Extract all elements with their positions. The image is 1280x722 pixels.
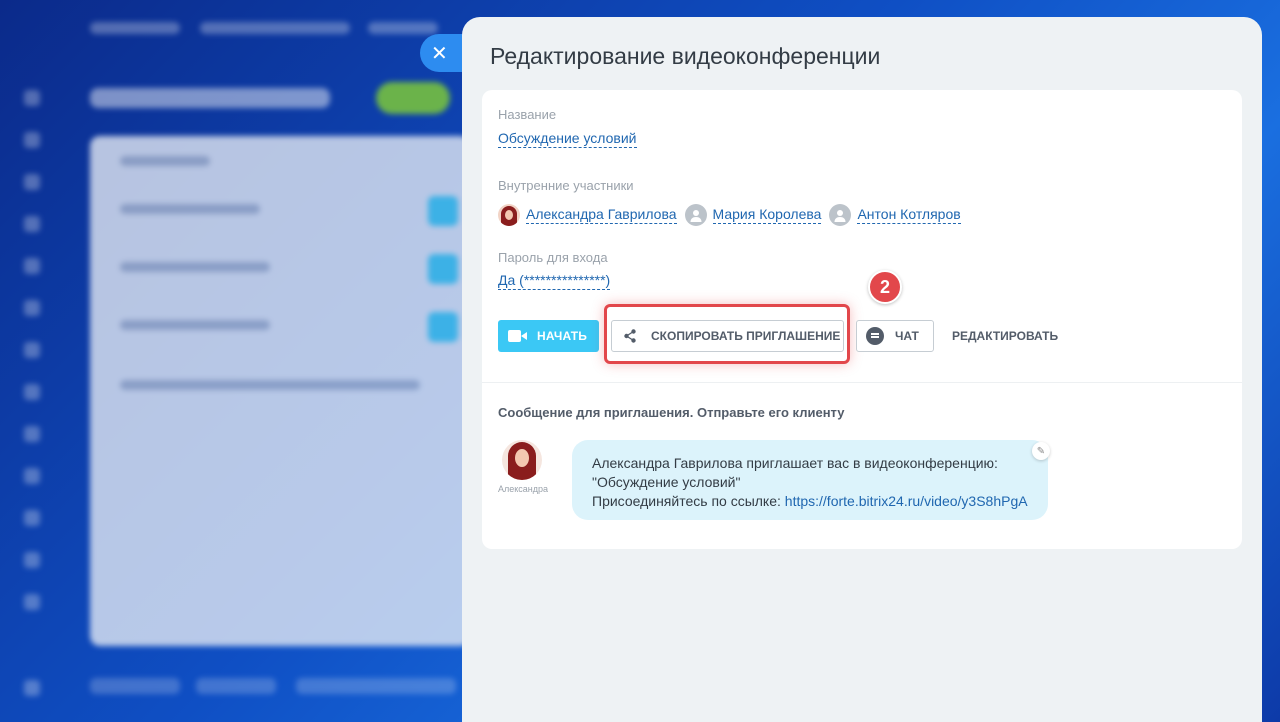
background-sidebar-icon xyxy=(24,426,40,442)
start-button[interactable]: НАЧАТЬ xyxy=(498,320,599,352)
invite-link-prefix: Присоединяйтесь по ссылке: xyxy=(592,493,785,509)
background-sidebar-icon xyxy=(24,552,40,568)
background-sidebar-icon xyxy=(24,680,40,696)
background-sidebar xyxy=(0,60,62,722)
background-sidebar-icon xyxy=(24,342,40,358)
divider xyxy=(482,382,1242,383)
background-row-button xyxy=(428,312,458,342)
background-crumb xyxy=(90,22,180,34)
background-page-title xyxy=(90,88,330,108)
slider-title: Редактирование видеоконференции xyxy=(490,43,881,69)
invite-line-3: Присоединяйтесь по ссылке: https://forte… xyxy=(592,492,1028,511)
background-row xyxy=(120,204,260,214)
invite-link[interactable]: https://forte.bitrix24.ru/video/y3S8hPgA xyxy=(785,493,1028,509)
step-badge: 2 xyxy=(868,270,902,304)
member-name[interactable]: Мария Королева xyxy=(712,206,822,224)
chat-icon xyxy=(866,327,884,345)
background-sidebar-icon xyxy=(24,90,40,106)
background-sidebar-icon xyxy=(24,300,40,316)
conference-name-value[interactable]: Обсуждение условий xyxy=(498,130,637,148)
invite-line-2: "Обсуждение условий" xyxy=(592,474,741,490)
background-list-panel xyxy=(90,136,470,646)
background-sidebar-icon xyxy=(24,174,40,190)
background-footer xyxy=(296,678,456,694)
member-name[interactable]: Антон Котляров xyxy=(857,206,961,224)
invite-line-1: Александра Гаврилова приглашает вас в ви… xyxy=(592,455,998,471)
background-sidebar-icon xyxy=(24,468,40,484)
background-footer xyxy=(90,678,180,694)
camera-icon xyxy=(508,330,528,342)
share-icon xyxy=(624,329,638,343)
password-label: Пароль для входа xyxy=(498,250,608,265)
background-sidebar-icon xyxy=(24,384,40,400)
invite-heading: Сообщение для приглашения. Отправьте его… xyxy=(498,405,845,420)
background-create-button xyxy=(376,82,450,114)
background-sidebar-icon xyxy=(24,216,40,232)
background-row xyxy=(120,380,420,390)
member-item[interactable]: Мария Королева xyxy=(684,204,822,226)
chat-button-label: ЧАТ xyxy=(895,329,919,343)
user-icon xyxy=(829,204,852,226)
password-value[interactable]: Да (***************) xyxy=(498,272,611,290)
background-crumb xyxy=(200,22,350,34)
edit-button[interactable]: РЕДАКТИРОВАТЬ xyxy=(952,320,1058,352)
sender-name: Александра xyxy=(498,484,549,494)
background-sidebar-icon xyxy=(24,258,40,274)
sender-avatar xyxy=(502,440,542,480)
user-icon xyxy=(684,204,707,226)
name-label: Название xyxy=(498,107,557,122)
background-sidebar-icon xyxy=(24,132,40,148)
background-row xyxy=(120,156,210,166)
conference-card: Название Обсуждение условий Внутренние у… xyxy=(482,90,1242,549)
member-item[interactable]: Александра Гаврилова xyxy=(498,204,677,226)
background-row-button xyxy=(428,196,458,226)
member-avatar xyxy=(498,204,520,226)
background-row-button xyxy=(428,254,458,284)
start-button-label: НАЧАТЬ xyxy=(537,329,588,343)
members-label: Внутренние участники xyxy=(498,178,634,193)
member-item[interactable]: Антон Котляров xyxy=(829,204,961,226)
member-name[interactable]: Александра Гаврилова xyxy=(526,206,677,224)
invitation-message-bubble: Александра Гаврилова приглашает вас в ви… xyxy=(572,440,1048,520)
background-crumb xyxy=(368,22,438,34)
background-sidebar-icon xyxy=(24,594,40,610)
action-buttons: НАЧАТЬ СКОПИРОВАТЬ ПРИГЛАШЕНИЕ 2 ЧАТ РЕД… xyxy=(498,270,1238,364)
edit-conference-slider: Редактирование видеоконференции Название… xyxy=(462,17,1262,722)
background-footer xyxy=(196,678,276,694)
chat-button[interactable]: ЧАТ xyxy=(856,320,934,352)
background-sidebar-icon xyxy=(24,510,40,526)
background-row xyxy=(120,262,270,272)
copy-invitation-button[interactable]: СКОПИРОВАТЬ ПРИГЛАШЕНИЕ xyxy=(611,320,844,352)
copy-invitation-label: СКОПИРОВАТЬ ПРИГЛАШЕНИЕ xyxy=(651,329,841,343)
background-row xyxy=(120,320,270,330)
members-list: Александра Гаврилова Мария Королева Анто… xyxy=(498,204,969,226)
close-icon: ✕ xyxy=(431,42,448,65)
edit-pencil-icon[interactable]: ✎ xyxy=(1032,442,1050,460)
